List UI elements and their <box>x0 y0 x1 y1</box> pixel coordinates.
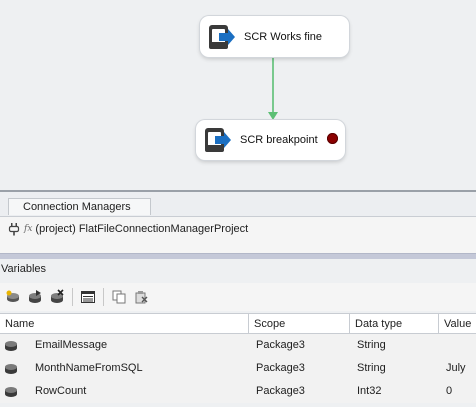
grid-options-icon <box>81 291 95 303</box>
grid-header: Name Scope Data type Value <box>0 313 476 334</box>
task-label: SCR Works fine <box>244 30 323 43</box>
variables-toolbar <box>0 283 476 311</box>
script-task-icon <box>209 24 235 49</box>
connection-manager-item[interactable]: fx (project) FlatFileConnectionManagerPr… <box>8 222 248 236</box>
move-variable-button[interactable] <box>24 286 46 308</box>
task-label: SCR breakpoint <box>240 134 318 146</box>
expression-indicator: fx <box>24 224 33 234</box>
script-task-icon <box>205 128 231 152</box>
column-header-name[interactable]: Name <box>0 314 249 334</box>
copy-button[interactable] <box>108 286 130 308</box>
variable-value[interactable]: 0 <box>439 380 476 403</box>
task-scr-breakpoint[interactable]: SCR breakpoint <box>196 120 345 160</box>
move-variable-icon <box>29 290 41 303</box>
variable-name[interactable]: RowCount <box>0 380 249 403</box>
column-header-data-type[interactable]: Data type <box>350 314 439 334</box>
variable-value[interactable]: July <box>439 357 476 380</box>
breakpoint-icon[interactable] <box>327 133 338 144</box>
table-row[interactable]: RowCount Package3 Int32 0 <box>0 380 476 403</box>
column-header-value[interactable]: Value <box>439 314 476 334</box>
variable-value[interactable] <box>439 334 476 357</box>
toolbar-separator <box>103 288 104 306</box>
variable-scope: Package3 <box>256 339 305 351</box>
delete-variable-icon <box>51 289 64 303</box>
paste-icon <box>135 291 148 304</box>
variables-grid: Name Scope Data type Value EmailMessage … <box>0 313 476 403</box>
table-row[interactable]: EmailMessage Package3 String <box>0 334 476 357</box>
variable-scope: Package3 <box>256 385 305 397</box>
copy-icon <box>112 290 126 304</box>
variable-scope: Package3 <box>256 362 305 374</box>
variable-name[interactable]: MonthNameFromSQL <box>0 357 249 380</box>
plug-icon <box>8 223 20 236</box>
connection-manager-label: (project) FlatFileConnectionManagerProje… <box>35 223 249 235</box>
grid-options-button[interactable] <box>77 286 99 308</box>
tab-connection-managers[interactable]: Connection Managers <box>8 198 151 215</box>
paste-button[interactable] <box>130 286 152 308</box>
add-variable-button[interactable] <box>2 286 24 308</box>
connection-managers-area[interactable]: fx (project) FlatFileConnectionManagerPr… <box>0 217 476 253</box>
toolbar-separator <box>72 288 73 306</box>
variable-data-type[interactable]: String <box>350 334 439 357</box>
variables-pane-title: Variables <box>0 259 476 279</box>
connection-managers-tabbar: Connection Managers <box>0 192 476 217</box>
task-scr-works-fine[interactable]: SCR Works fine <box>200 16 349 57</box>
delete-variable-button[interactable] <box>46 286 68 308</box>
add-variable-icon <box>6 290 19 302</box>
control-flow-design-surface[interactable]: SCR Works fine SCR breakpoint <box>0 0 476 190</box>
column-header-scope[interactable]: Scope <box>249 314 350 334</box>
table-row[interactable]: MonthNameFromSQL Package3 String July <box>0 357 476 380</box>
variable-name[interactable]: EmailMessage <box>0 334 249 357</box>
variable-data-type[interactable]: String <box>350 357 439 380</box>
variable-data-type[interactable]: Int32 <box>350 380 439 403</box>
